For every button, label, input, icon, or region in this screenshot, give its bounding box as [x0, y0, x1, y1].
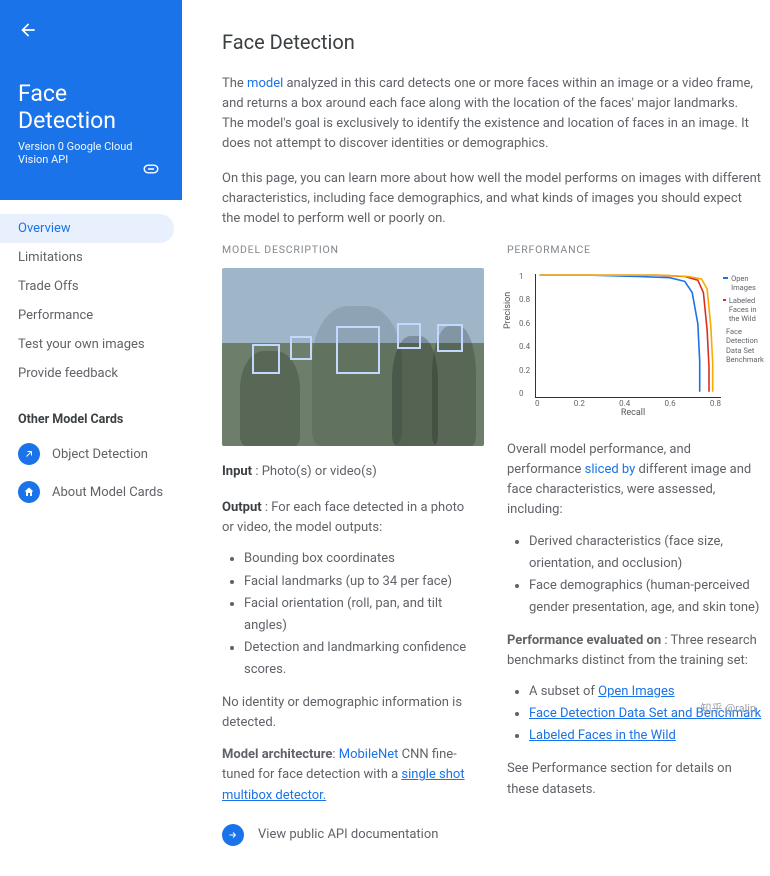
- page-title: Face Detection: [222, 30, 764, 54]
- watermark: 知乎 @ralin: [700, 700, 756, 716]
- face-bounding-box: [397, 323, 421, 349]
- assessed-list: Derived characteristics (face size, orie…: [507, 531, 764, 619]
- nav-overview[interactable]: Overview: [0, 214, 174, 243]
- face-bounding-box: [437, 324, 463, 352]
- list-item: Bounding box coordinates: [244, 548, 479, 570]
- intro-text: analyzed in this card detects one or mor…: [222, 76, 753, 151]
- api-doc-label: View public API documentation: [258, 827, 438, 842]
- arrow-up-right-icon: [18, 443, 40, 465]
- main-content: Face Detection The model analyzed in thi…: [182, 0, 770, 876]
- sidebar: Face Detection Version 0 Google Cloud Vi…: [0, 0, 182, 876]
- hero-title: Face Detection: [18, 80, 164, 134]
- no-identity-note: No identity or demographic information i…: [222, 693, 479, 733]
- face-bounding-box: [336, 326, 380, 374]
- example-image: [222, 268, 484, 446]
- list-item: Facial landmarks (up to 34 per face): [244, 571, 479, 593]
- intro-para-2: On this page, you can learn more about h…: [222, 169, 762, 229]
- list-item: Labeled Faces in the Wild: [529, 725, 764, 747]
- other-card-about[interactable]: About Model Cards: [0, 473, 182, 511]
- performance-section: PERFORMANCE 00.20.40.60.81 00.20.40.60.8…: [507, 243, 764, 846]
- back-arrow-icon[interactable]: [18, 20, 38, 40]
- y-axis-label: Precision: [503, 292, 513, 329]
- section-label: MODEL DESCRIPTION: [222, 243, 479, 256]
- home-icon: [18, 481, 40, 503]
- chart-svg: [536, 274, 722, 398]
- nav-trade-offs[interactable]: Trade Offs: [0, 272, 174, 301]
- mobilenet-link[interactable]: MobileNet: [339, 747, 399, 762]
- side-nav: Overview Limitations Trade Offs Performa…: [0, 200, 182, 398]
- list-item: Face demographics (human-perceived gende…: [529, 575, 764, 619]
- list-item: Detection and landmarking confidence sco…: [244, 637, 479, 681]
- section-label: PERFORMANCE: [507, 243, 764, 256]
- model-description-section: MODEL DESCRIPTION Input : Photo(s) or vi…: [222, 243, 479, 846]
- list-item: Facial orientation (roll, pan, and tilt …: [244, 593, 479, 637]
- other-card-label: About Model Cards: [52, 485, 163, 500]
- eval-label: Performance evaluated on: [507, 633, 661, 648]
- other-card-object-detection[interactable]: Object Detection: [0, 435, 182, 473]
- output-list: Bounding box coordinates Facial landmark…: [222, 548, 479, 681]
- hero-panel: Face Detection Version 0 Google Cloud Vi…: [0, 0, 182, 200]
- model-link[interactable]: model: [247, 76, 283, 91]
- other-cards-heading: Other Model Cards: [0, 398, 182, 435]
- input-label: Input: [222, 464, 252, 479]
- nav-performance[interactable]: Performance: [0, 301, 174, 330]
- output-label: Output: [222, 500, 262, 515]
- nav-feedback[interactable]: Provide feedback: [0, 359, 174, 388]
- api-doc-row[interactable]: View public API documentation: [222, 824, 479, 846]
- lfw-link[interactable]: Labeled Faces in the Wild: [529, 728, 676, 743]
- arrow-right-icon: [222, 824, 244, 846]
- face-bounding-box: [290, 336, 312, 360]
- intro-text: The: [222, 76, 247, 91]
- x-axis-label: Recall: [507, 408, 759, 418]
- nav-limitations[interactable]: Limitations: [0, 243, 174, 272]
- face-bounding-box: [252, 344, 280, 374]
- list-item: Derived characteristics (face size, orie…: [529, 531, 764, 575]
- sliced-by-link[interactable]: sliced by: [585, 462, 636, 477]
- see-more-text: See Performance section for details on t…: [507, 759, 764, 799]
- open-images-link[interactable]: Open Images: [598, 684, 674, 699]
- input-text: : Photo(s) or video(s): [255, 464, 376, 479]
- link-icon[interactable]: [142, 160, 160, 182]
- chart-legend: Open ImagesLabeled Faces in the WildFace…: [723, 274, 759, 367]
- intro-text: The model analyzed in this card detects …: [222, 74, 764, 229]
- arch-label: Model architecture: [222, 747, 332, 762]
- pr-curve-chart: 00.20.40.60.81 00.20.40.60.8 Precision R…: [507, 268, 759, 418]
- nav-test-images[interactable]: Test your own images: [0, 330, 174, 359]
- other-card-label: Object Detection: [52, 447, 148, 462]
